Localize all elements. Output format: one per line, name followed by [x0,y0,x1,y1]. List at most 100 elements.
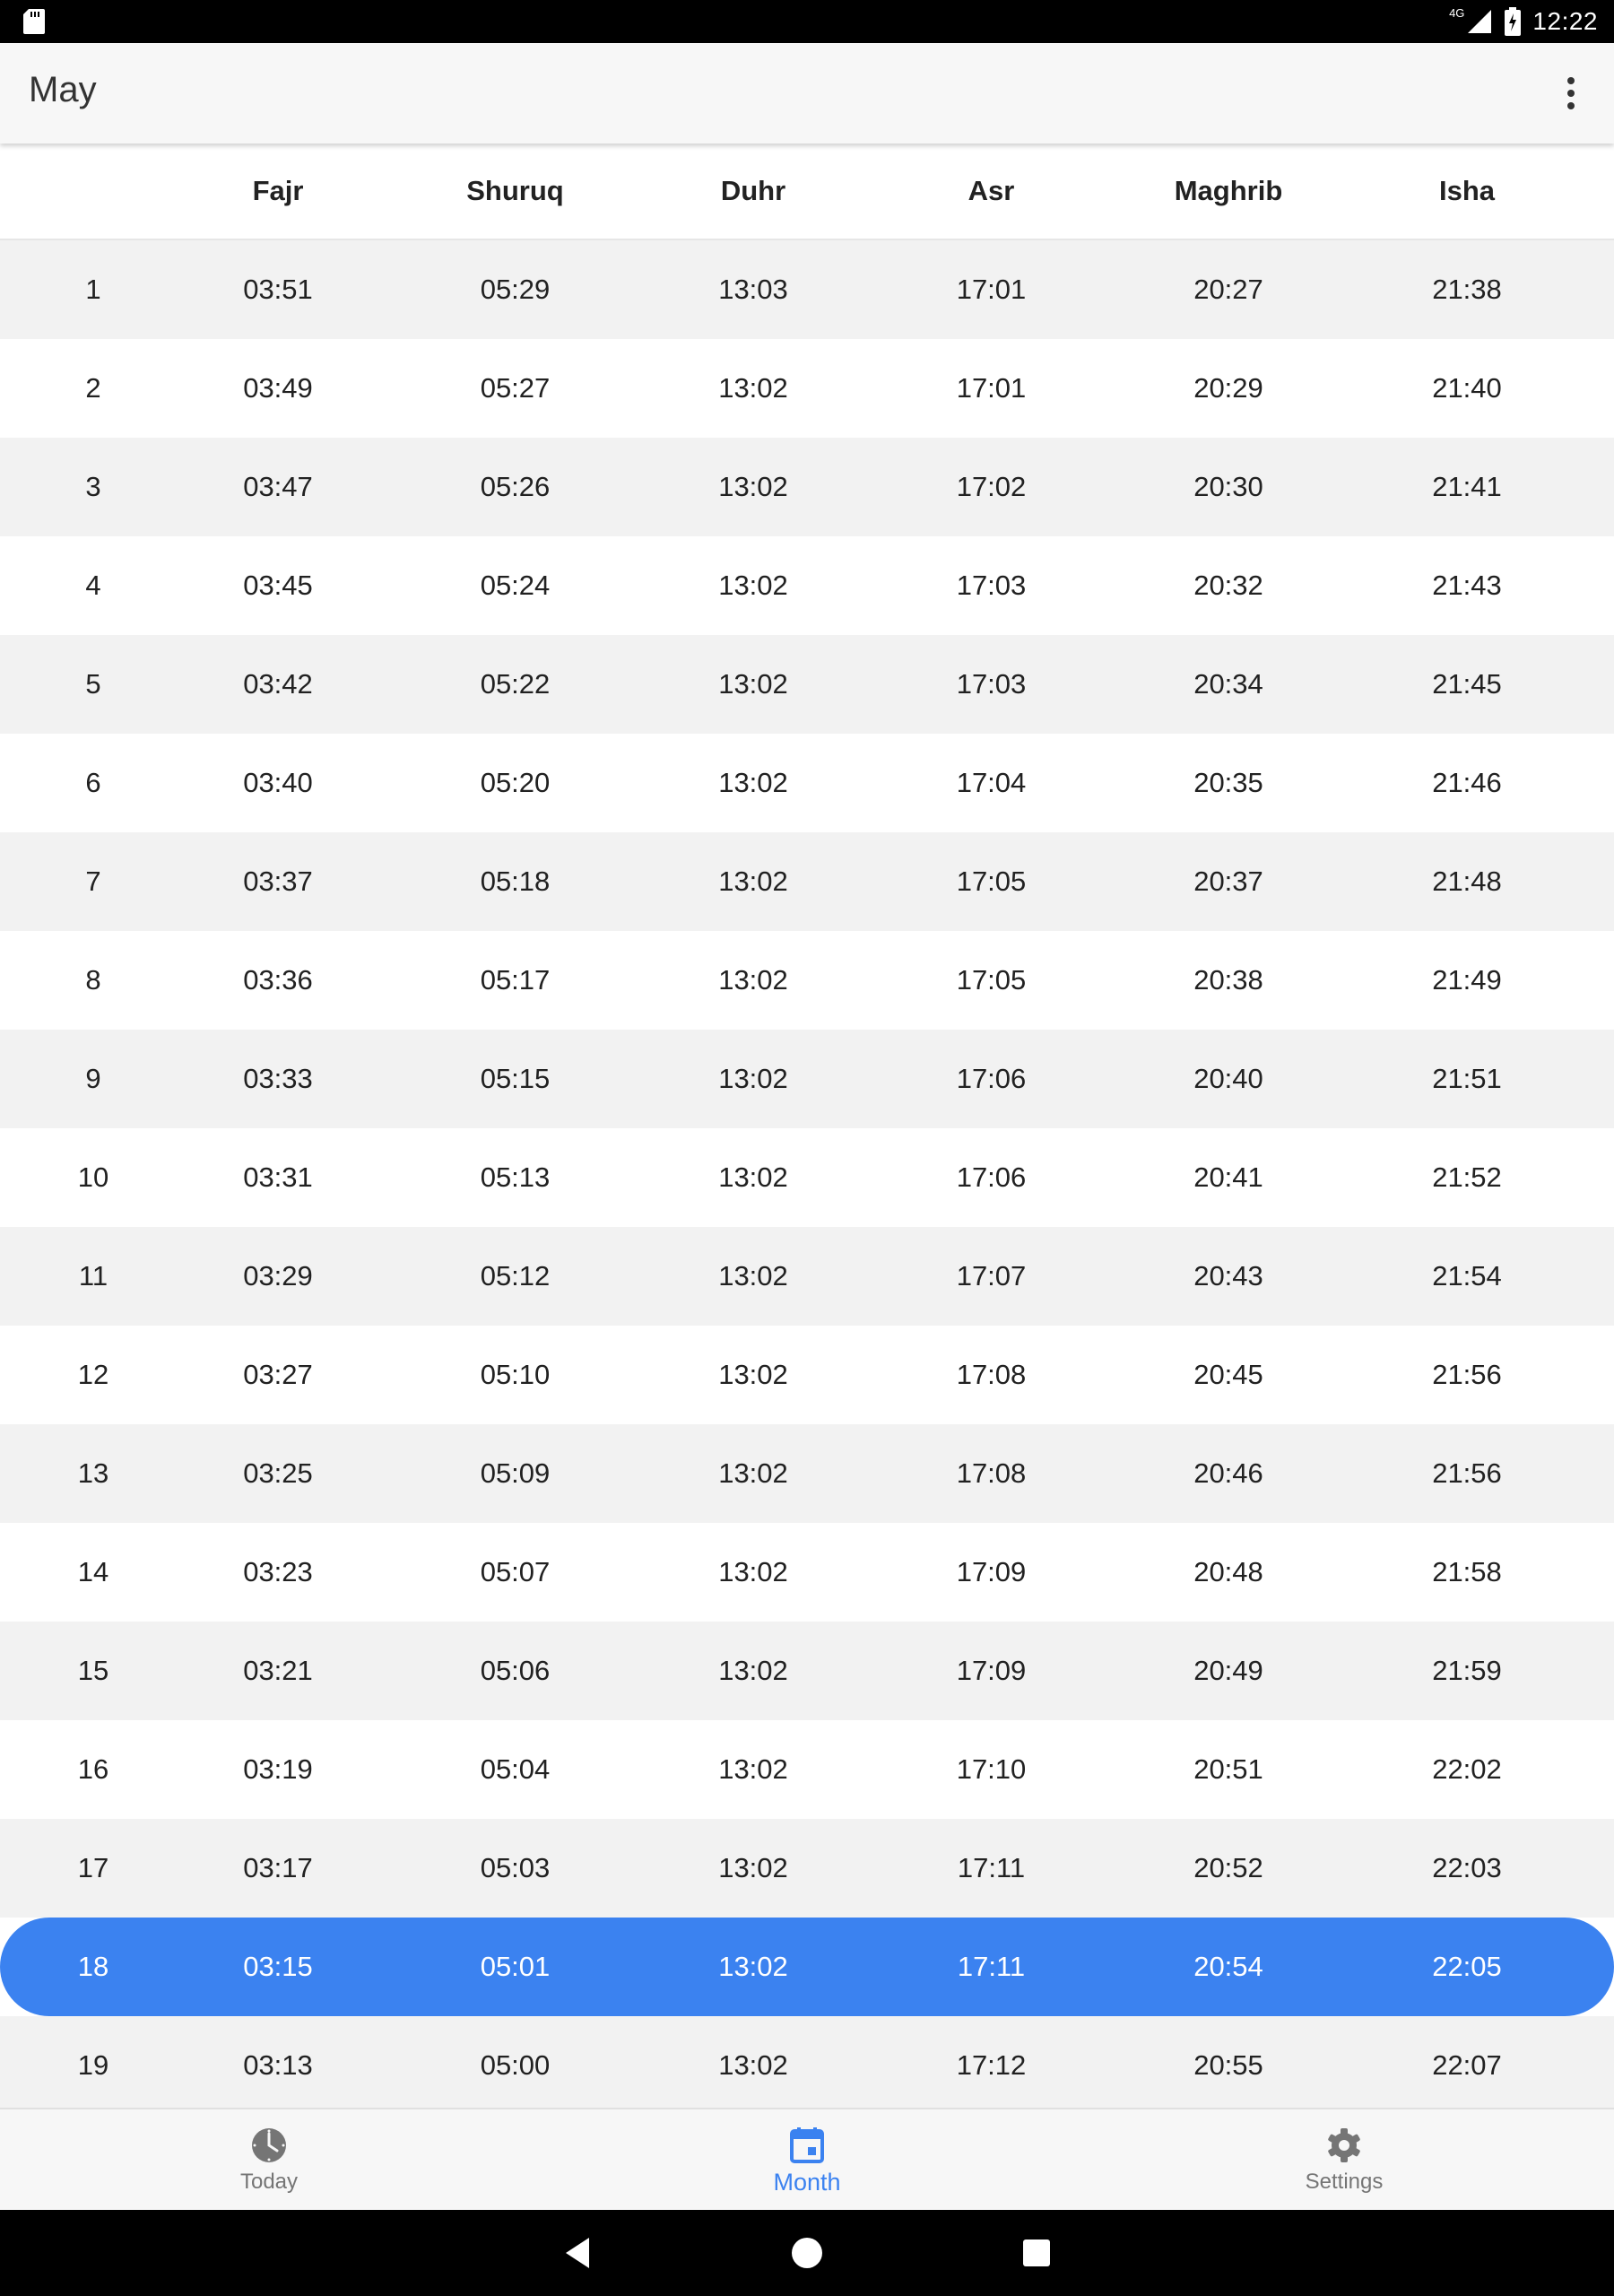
page-title: May [29,70,97,109]
table-row[interactable]: 9 03:33 05:15 13:02 17:06 20:40 21:51 [0,1030,1614,1128]
asr-cell: 17:07 [956,1260,1027,1292]
shuruq-cell: 05:07 [480,1556,551,1587]
nav-today-label: Today [239,2170,299,2194]
table-row[interactable]: 1 03:51 05:29 13:03 17:01 20:27 21:38 [0,240,1614,339]
duhr-cell: 13:02 [718,1359,788,1390]
home-icon[interactable] [784,2230,830,2276]
day-cell: 8 [85,964,101,996]
isha-cell: 21:46 [1432,767,1502,798]
isha-cell: 21:59 [1432,1655,1502,1686]
isha-cell: 21:51 [1432,1063,1502,1094]
asr-cell: 17:04 [956,767,1027,798]
fajr-cell: 03:29 [243,1260,313,1292]
maghrib-cell: 20:48 [1193,1556,1263,1587]
duhr-cell: 13:02 [718,471,788,502]
asr-cell: 17:03 [956,668,1027,700]
table-row-current[interactable]: 18 03:15 05:01 13:02 17:11 20:54 22:05 [0,1918,1614,2016]
isha-cell: 21:41 [1432,471,1502,502]
day-cell: 14 [77,1556,109,1587]
table-row[interactable]: 10 03:31 05:13 13:02 17:06 20:41 21:52 [0,1128,1614,1227]
day-cell: 19 [77,2049,109,2081]
isha-cell: 21:38 [1432,274,1502,305]
shuruq-cell: 05:22 [480,668,551,700]
asr-cell: 17:12 [956,2049,1027,2081]
table-row[interactable]: 6 03:40 05:20 13:02 17:04 20:35 21:46 [0,734,1614,832]
asr-cell: 17:06 [956,1063,1027,1094]
header-shuruq: Shuruq [466,175,564,206]
isha-cell: 21:58 [1432,1556,1502,1587]
nav-month[interactable]: Month [672,2109,941,2212]
status-clock: 12:22 [1532,7,1598,35]
day-cell: 10 [77,1161,109,1193]
isha-cell: 22:02 [1432,1753,1502,1785]
table-row[interactable]: 14 03:23 05:07 13:02 17:09 20:48 21:58 [0,1523,1614,1622]
table-row[interactable]: 3 03:47 05:26 13:02 17:02 20:30 21:41 [0,438,1614,536]
duhr-cell: 13:02 [718,1753,788,1785]
maghrib-cell: 20:29 [1193,372,1263,404]
fajr-cell: 03:51 [243,274,313,305]
header-asr: Asr [968,175,1015,206]
maghrib-cell: 20:51 [1193,1753,1263,1785]
more-vert-icon[interactable] [1553,75,1589,111]
table-row[interactable]: 15 03:21 05:06 13:02 17:09 20:49 21:59 [0,1622,1614,1720]
duhr-cell: 13:02 [718,1951,788,1982]
shuruq-cell: 05:26 [480,471,551,502]
table-row[interactable]: 11 03:29 05:12 13:02 17:07 20:43 21:54 [0,1227,1614,1326]
table-row[interactable]: 8 03:36 05:17 13:02 17:05 20:38 21:49 [0,931,1614,1030]
isha-cell: 22:05 [1432,1951,1502,1982]
table-row[interactable]: 19 03:13 05:00 13:02 17:12 20:55 22:07 [0,2016,1614,2109]
table-row[interactable]: 2 03:49 05:27 13:02 17:01 20:29 21:40 [0,339,1614,438]
table-row[interactable]: 4 03:45 05:24 13:02 17:03 20:32 21:43 [0,536,1614,635]
asr-cell: 17:02 [956,471,1027,502]
table-row[interactable]: 5 03:42 05:22 13:02 17:03 20:34 21:45 [0,635,1614,734]
day-cell: 12 [77,1359,109,1390]
isha-cell: 21:48 [1432,865,1502,897]
asr-cell: 17:11 [957,1951,1026,1982]
table-row[interactable]: 13 03:25 05:09 13:02 17:08 20:46 21:56 [0,1424,1614,1523]
isha-cell: 21:40 [1432,372,1502,404]
table-row[interactable]: 12 03:27 05:10 13:02 17:08 20:45 21:56 [0,1326,1614,1424]
clock-icon [252,2128,286,2162]
asr-cell: 17:09 [956,1655,1027,1686]
day-cell: 11 [78,1260,108,1292]
fajr-cell: 03:47 [243,471,313,502]
back-icon[interactable] [554,2230,601,2276]
asr-cell: 17:01 [956,274,1027,305]
duhr-cell: 13:02 [718,668,788,700]
day-cell: 1 [85,274,101,305]
nav-month-label: Month [773,2168,841,2196]
duhr-cell: 13:02 [718,1063,788,1094]
status-bar: 4G 12:22 [0,0,1614,43]
isha-cell: 22:07 [1432,2049,1502,2081]
day-cell: 7 [85,865,101,897]
fajr-cell: 03:23 [243,1556,313,1587]
isha-cell: 21:56 [1432,1359,1502,1390]
table-row[interactable]: 7 03:37 05:18 13:02 17:05 20:37 21:48 [0,832,1614,931]
day-cell: 15 [77,1655,109,1686]
maghrib-cell: 20:43 [1193,1260,1263,1292]
nav-settings-label: Settings [1305,2170,1384,2194]
fajr-cell: 03:40 [243,767,313,798]
shuruq-cell: 05:04 [480,1753,551,1785]
table-row[interactable]: 17 03:17 05:03 13:02 17:11 20:52 22:03 [0,1819,1614,1918]
isha-cell: 21:54 [1432,1260,1502,1292]
recents-icon[interactable] [1013,2230,1060,2276]
fajr-cell: 03:19 [243,1753,313,1785]
day-cell: 4 [85,570,101,601]
fajr-cell: 03:13 [243,2049,313,2081]
isha-cell: 22:03 [1432,1852,1502,1883]
sd-card-icon [23,9,45,34]
shuruq-cell: 05:15 [480,1063,551,1094]
maghrib-cell: 20:49 [1193,1655,1263,1686]
nav-settings[interactable]: Settings [1210,2109,1479,2212]
shuruq-cell: 05:01 [480,1951,551,1982]
prayer-times-table[interactable]: 1 03:51 05:29 13:03 17:01 20:27 21:38 2 … [0,240,1614,2109]
fajr-cell: 03:21 [243,1655,313,1686]
nav-today[interactable]: Today [134,2109,404,2212]
fajr-cell: 03:31 [243,1161,313,1193]
table-row[interactable]: 16 03:19 05:04 13:02 17:10 20:51 22:02 [0,1720,1614,1819]
shuruq-cell: 05:00 [480,2049,551,2081]
asr-cell: 17:09 [956,1556,1027,1587]
fajr-cell: 03:37 [243,865,313,897]
maghrib-cell: 20:34 [1193,668,1263,700]
